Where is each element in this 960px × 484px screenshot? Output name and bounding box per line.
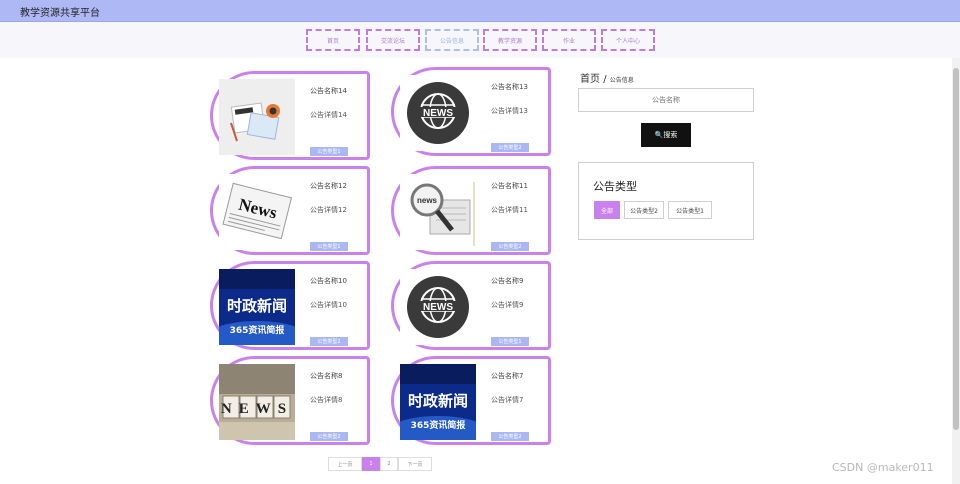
pagination-next[interactable]: 下一页 [398, 457, 432, 471]
notice-type-badge: 公告类型2 [310, 337, 348, 346]
notice-name-search-input[interactable] [578, 88, 754, 112]
notice-name[interactable]: 公告名称10 [310, 276, 347, 286]
site-title: 教学资源共享平台 [20, 8, 100, 19]
notice-detail: 公告详情7 [491, 396, 524, 404]
top-header: 教学资源共享平台 [0, 0, 960, 22]
news-cubes-text: NEWS [221, 401, 293, 417]
notice-card[interactable]: NEWS 公告名称9 公告详情9 公告类型1 [391, 261, 551, 350]
news-broadcast-subtitle: 365资讯简报 [230, 324, 285, 336]
notice-image-news-globe[interactable]: NEWS [400, 269, 476, 345]
type-filter-type2[interactable]: 公告类型2 [624, 201, 664, 219]
notice-name[interactable]: 公告名称9 [491, 276, 523, 286]
notice-card[interactable]: News 公告名称12 公告详情12 公告类型1 [210, 166, 370, 255]
breadcrumb-home[interactable]: 首页 [580, 74, 600, 85]
notice-detail: 公告详情14 [310, 111, 347, 119]
notice-name[interactable]: 公告名称14 [310, 86, 347, 96]
notice-image-news-broadcast[interactable]: 时政新闻 365资讯简报 [219, 269, 295, 345]
main-nav: 首页 交流论坛 公告信息 教学资源 作业 个人中心 [0, 22, 960, 58]
notice-image-news-globe[interactable]: NEWS [400, 75, 476, 151]
nav-homework[interactable]: 作业 [542, 29, 596, 51]
breadcrumb: 首页 / 公告信息 [580, 70, 634, 85]
nav-forum[interactable]: 交流论坛 [366, 29, 420, 51]
notice-name[interactable]: 公告名称11 [491, 181, 528, 191]
notice-card[interactable]: news 公告名称11 公告详情11 公告类型2 [391, 166, 551, 255]
notice-type-badge: 公告类型1 [310, 242, 348, 251]
type-filter-type1[interactable]: 公告类型1 [668, 201, 712, 219]
pagination-prev[interactable]: 上一页 [328, 457, 362, 471]
nav-notices[interactable]: 公告信息 [425, 29, 479, 51]
notice-card[interactable]: NEWS 公告名称13 公告详情13 公告类型2 [391, 67, 551, 156]
breadcrumb-separator: / [603, 74, 607, 85]
svg-text:news: news [417, 196, 438, 205]
notice-type-panel: 公告类型 全部 公告类型2 公告类型1 [578, 162, 754, 240]
search-button[interactable]: 🔍搜索 [641, 123, 691, 147]
notice-detail: 公告详情13 [491, 107, 528, 115]
notice-detail: 公告详情11 [491, 206, 528, 214]
page-scrollbar[interactable] [952, 58, 960, 484]
notice-type-heading: 公告类型 [593, 180, 637, 193]
notice-card[interactable]: 时政新闻 365资讯简报 公告名称10 公告详情10 公告类型2 [210, 261, 370, 350]
notice-card[interactable]: NEWS 公告名称8 公告详情8 公告类型2 [210, 356, 370, 445]
notice-type-badge: 公告类型2 [310, 432, 348, 441]
pagination-page-2[interactable]: 2 [380, 457, 398, 471]
notice-card[interactable]: 公告名称14 公告详情14 公告类型1 [210, 71, 370, 160]
type-filter-all[interactable]: 全部 [594, 201, 620, 219]
csdn-watermark: CSDN @maker011 [832, 461, 934, 474]
notice-image-news-desk[interactable] [219, 79, 295, 155]
nav-resources[interactable]: 教学资源 [483, 29, 537, 51]
news-broadcast-title: 时政新闻 [227, 297, 287, 315]
news-broadcast-title: 时政新闻 [408, 392, 468, 410]
pagination-page-1[interactable]: 1 [362, 457, 380, 471]
svg-text:NEWS: NEWS [423, 302, 453, 313]
news-broadcast-subtitle: 365资讯简报 [411, 419, 466, 431]
notice-name[interactable]: 公告名称13 [491, 82, 528, 92]
notice-name[interactable]: 公告名称7 [491, 371, 523, 381]
notice-type-badge: 公告类型2 [491, 432, 529, 441]
notice-name[interactable]: 公告名称12 [310, 181, 347, 191]
svg-text:NEWS: NEWS [423, 108, 453, 119]
nav-home[interactable]: 首页 [306, 29, 360, 51]
notice-type-badge: 公告类型2 [491, 242, 529, 251]
notice-detail: 公告详情12 [310, 206, 347, 214]
notice-detail: 公告详情10 [310, 301, 347, 309]
notice-type-badge: 公告类型2 [491, 143, 529, 152]
scrollbar-thumb[interactable] [953, 68, 959, 430]
notice-detail: 公告详情8 [310, 396, 343, 404]
notice-image-news-magnifier[interactable]: news [400, 174, 476, 250]
notice-image-news-broadcast[interactable]: 时政新闻 365资讯简报 [400, 364, 476, 440]
notice-name[interactable]: 公告名称8 [310, 371, 342, 381]
nav-profile[interactable]: 个人中心 [601, 29, 655, 51]
notice-card[interactable]: 时政新闻 365资讯简报 公告名称7 公告详情7 公告类型2 [391, 356, 551, 445]
notice-image-news-cubes[interactable]: NEWS [219, 364, 295, 440]
notice-image-newspaper[interactable]: News [219, 174, 295, 250]
notice-type-badge: 公告类型1 [491, 337, 529, 346]
notice-detail: 公告详情9 [491, 301, 524, 309]
breadcrumb-current: 公告信息 [609, 77, 634, 84]
notice-type-badge: 公告类型1 [310, 147, 348, 156]
